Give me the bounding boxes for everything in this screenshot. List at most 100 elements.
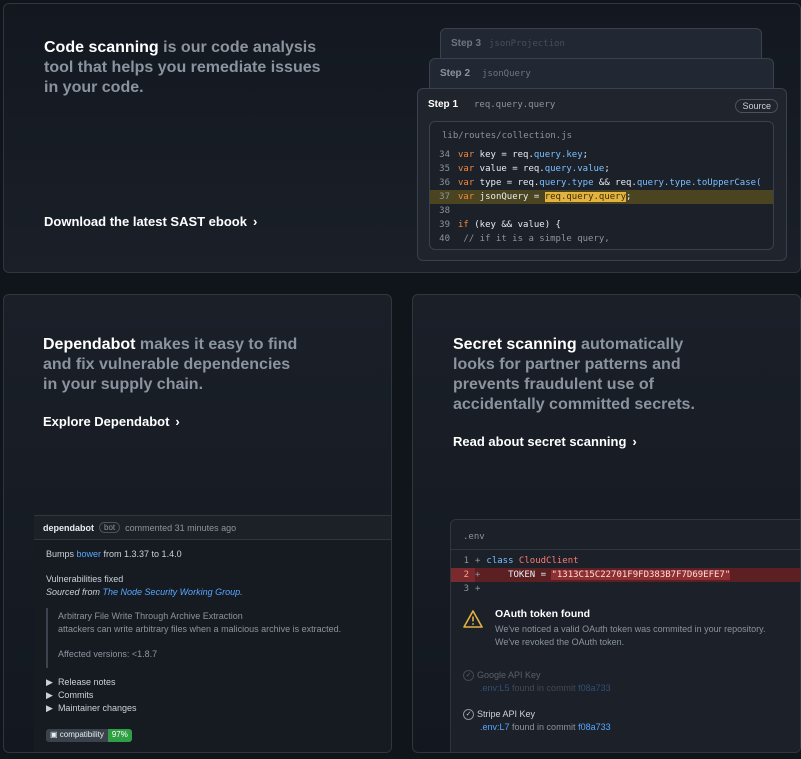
code-line-secret: 2 + TOKEN = "1313C15C22701F9FD383B7F7D69E… xyxy=(451,568,800,582)
text: Bumps xyxy=(46,549,77,559)
node-security-link[interactable]: The Node Security Working Group. xyxy=(103,587,243,597)
advisory-body: attackers can write arbitrary files when… xyxy=(58,624,342,634)
secret-token: "1313C15C22701F9FD383B7F7D69EFE7" xyxy=(551,570,731,580)
hit-name: Google API Key xyxy=(477,670,541,680)
code-prop: query.key xyxy=(533,150,583,160)
details-label: Release notes xyxy=(57,677,116,687)
text: found in commit xyxy=(509,683,579,693)
code-line: 38 xyxy=(430,204,773,218)
diff-plus: + xyxy=(475,556,481,566)
line-number: 37 xyxy=(439,192,450,202)
alert-line-2: We've revoked the OAuth token. xyxy=(495,637,625,647)
advisory-affected: Affected versions: <1.8.7 xyxy=(58,649,158,659)
code-line: 39 if (key && value) { xyxy=(430,218,773,232)
step-1-value: req.query.query xyxy=(474,100,556,110)
code-text: ; xyxy=(604,164,610,174)
explore-dependabot-link[interactable]: Explore Dependabot › xyxy=(43,414,180,429)
robot-icon: ▣ xyxy=(50,730,58,739)
warning-icon xyxy=(463,610,483,628)
code-scanning-headline: Code scanning is our code analysis tool … xyxy=(44,38,334,98)
line-number: 3 xyxy=(463,584,469,594)
hit-file[interactable]: .env:L7 xyxy=(480,722,510,732)
compatibility-badge: ▣ compatibility 97% xyxy=(46,729,132,742)
secret-hit-google[interactable]: ✓ Google API Key .env:L5 found in commit … xyxy=(463,670,611,693)
pull-request-comment: dependabot bot commented 31 minutes ago … xyxy=(34,515,391,752)
alert-title: OAuth token found xyxy=(495,608,591,620)
bumps-text: Bumps bower from 1.3.37 to 1.4.0 xyxy=(46,549,182,559)
code-text: jsonQuery = xyxy=(474,192,545,202)
cta-label: Explore Dependabot xyxy=(43,414,170,429)
check-circle-icon: ✓ xyxy=(463,709,474,721)
headline-strong: Code scanning xyxy=(44,39,159,56)
comment-header: dependabot bot commented 31 minutes ago xyxy=(34,516,391,540)
dependabot-headline: Dependabot makes it easy to find and fix… xyxy=(43,335,303,395)
source-badge: Source xyxy=(735,99,778,113)
oauth-alert: OAuth token found We've noticed a valid … xyxy=(451,602,800,662)
chevron-right-icon: › xyxy=(632,434,637,449)
details-commits[interactable]: ▶ Commits xyxy=(46,690,93,701)
line-number: 1 xyxy=(463,556,469,566)
advisory-quote: Arbitrary File Write Through Archive Ext… xyxy=(46,608,376,668)
code-scanning-card: Code scanning is our code analysis tool … xyxy=(3,3,801,273)
diff-plus: + xyxy=(475,584,481,594)
code-text: value = req. xyxy=(474,164,545,174)
download-sast-ebook-link[interactable]: Download the latest SAST ebook › xyxy=(44,214,257,229)
vulnerabilities-heading: Vulnerabilities fixed xyxy=(46,574,124,584)
diff-plus: + xyxy=(475,570,481,580)
step-1-label: Step 1 xyxy=(428,99,459,110)
code-comment: // if it is a simple query, xyxy=(458,234,610,244)
code-text: type = req. xyxy=(474,178,540,188)
alert-line-1: We've noticed a valid OAuth token was co… xyxy=(495,624,766,634)
step-3-label: Step 3 xyxy=(451,38,482,49)
code-text: ; xyxy=(582,150,589,160)
details-release-notes[interactable]: ▶ Release notes xyxy=(46,677,115,688)
code-prop: query.type xyxy=(539,178,594,188)
code-keyword: var xyxy=(458,164,475,174)
line-number: 2 xyxy=(451,568,475,582)
bot-badge: bot xyxy=(99,522,121,533)
code-keyword: if xyxy=(458,220,469,230)
details-label: Commits xyxy=(57,690,94,700)
headline-strong: Secret scanning xyxy=(453,336,577,353)
chevron-right-icon: › xyxy=(175,414,180,429)
dependabot-card: Dependabot makes it easy to find and fix… xyxy=(3,294,392,753)
details-maintainer-changes[interactable]: ▶ Maintainer changes xyxy=(46,703,137,714)
cta-label: Download the latest SAST ebook xyxy=(44,214,247,229)
code-line: 36 var type = req.query.type && req.query… xyxy=(430,176,773,190)
env-file-viewer: .env 1 + class CloudClient 2 + TOKEN = "131… xyxy=(450,519,800,752)
code-text: key = req. xyxy=(474,150,534,160)
text: from 1.3.37 to 1.4.0 xyxy=(101,549,182,559)
compatibility-label: ▣ compatibility xyxy=(46,729,108,742)
comment-author[interactable]: dependabot xyxy=(43,523,94,533)
code-line-highlighted: 37 var jsonQuery = req.query.query; xyxy=(430,190,773,204)
line-number: 35 xyxy=(439,164,450,174)
text: Sourced from xyxy=(46,587,103,597)
hit-commit[interactable]: f08a733 xyxy=(578,683,611,693)
code-line: 1 + class CloudClient xyxy=(451,554,800,568)
hit-file[interactable]: .env:L5 xyxy=(480,683,510,693)
secret-scanning-card: Secret scanning automatically looks for … xyxy=(412,294,801,753)
headline-strong: Dependabot xyxy=(43,336,136,353)
secret-hit-stripe[interactable]: ✓ Stripe API Key .env:L7 found in commit … xyxy=(463,709,611,732)
hit-name: Stripe API Key xyxy=(477,709,536,719)
code-text: ; xyxy=(626,192,632,202)
code-keyword: var xyxy=(458,150,475,160)
code-keyword: var xyxy=(458,192,475,202)
secret-scanning-headline: Secret scanning automatically looks for … xyxy=(453,335,723,415)
code-keyword: var xyxy=(458,178,475,188)
code-class: CloudClient xyxy=(513,556,579,566)
line-number: 39 xyxy=(439,220,450,230)
code-prop: query.value xyxy=(544,164,605,174)
line-number: 34 xyxy=(439,150,450,160)
read-secret-scanning-link[interactable]: Read about secret scanning › xyxy=(453,434,637,449)
code-viewer: lib/routes/collection.js 34 var key = req… xyxy=(429,121,774,250)
step-2-label: Step 2 xyxy=(440,68,471,79)
text: found in commit xyxy=(509,722,579,732)
hit-commit[interactable]: f08a733 xyxy=(578,722,611,732)
code-text: TOKEN = xyxy=(486,570,552,580)
step-1-card: Step 1 req.query.query Source lib/routes… xyxy=(417,88,787,261)
step-2-value: jsonQuery xyxy=(482,69,531,79)
bower-link[interactable]: bower xyxy=(77,549,102,559)
chevron-right-icon: › xyxy=(252,214,258,229)
cta-label: Read about secret scanning xyxy=(453,434,627,449)
